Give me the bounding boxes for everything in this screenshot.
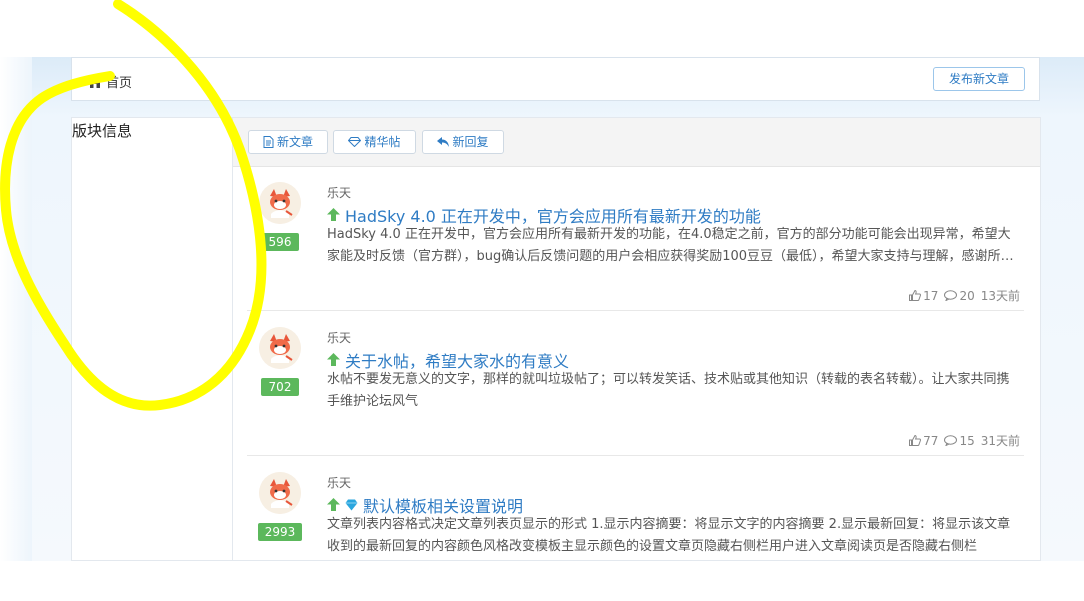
post-meta: 17 20 13天前 [909,287,1020,304]
avatar[interactable] [259,472,301,514]
up-arrow-icon [327,496,340,515]
publish-article-button[interactable]: 发布新文章 [933,67,1025,91]
post-summary: 文章列表内容格式决定文章列表页显示的形式 1.显示内容摘要：将显示文字的内容摘要… [327,517,1011,554]
tab-featured[interactable]: 精华帖 [333,130,416,154]
post-item: 2993 乐天 默认模板相关设置说明 文章列表内容格式决定文章列表页显示的形式 … [247,456,1024,601]
post-count-badge: 596 [261,233,299,251]
home-icon [88,75,102,88]
tab-bar: 新文章 精华帖 新回复 [233,118,1040,167]
tab-new-replies[interactable]: 新回复 [422,130,504,154]
comment-count[interactable]: 15 [944,434,975,448]
sidebar: 版块信息 [71,117,233,561]
up-arrow-icon [327,206,340,225]
article-list: 新文章 精华帖 新回复 596 乐天 HadSky 4.0 正在开发中，官方会应… [233,117,1041,561]
diamond-icon [348,137,362,147]
comment-count[interactable]: 20 [944,289,975,303]
post-time: 31天前 [980,434,1020,448]
diamond-icon [345,496,358,515]
post-author[interactable]: 乐天 [327,184,351,201]
breadcrumb[interactable]: 首页 [88,72,132,91]
tab-new-articles[interactable]: 新文章 [248,130,328,154]
document-icon [263,136,274,148]
post-time: 13天前 [980,289,1020,303]
post-count-badge: 2993 [258,523,302,541]
tab-label: 新文章 [276,135,313,149]
post-summary: HadSky 4.0 正在开发中，官方会应用所有最新开发的功能，在4.0稳定之前… [327,227,1014,264]
post-meta: 77 15 31天前 [909,432,1020,449]
thumbs-up-icon [909,435,922,446]
up-arrow-icon [327,351,340,370]
breadcrumb-bar: 首页 发布新文章 [71,57,1040,101]
tab-label: 精华帖 [364,135,401,149]
post-item: 702 乐天 关于水帖，希望大家水的有意义 水帖不要发无意义的文字，那样的就叫垃… [247,311,1024,456]
like-count[interactable]: 77 [909,434,938,448]
post-item: 596 乐天 HadSky 4.0 正在开发中，官方会应用所有最新开发的功能 H… [247,166,1024,311]
post-author[interactable]: 乐天 [327,329,351,346]
avatar[interactable] [259,182,301,224]
reply-icon [437,137,450,147]
comment-icon [944,435,958,446]
tab-label: 新回复 [452,135,489,149]
avatar[interactable] [259,327,301,369]
post-summary: 水帖不要发无意义的文字，那样的就叫垃圾帖了；可以转发笑话、技术贴或其他知识（转载… [327,372,1010,409]
post-count-badge: 702 [261,378,299,396]
thumbs-up-icon [909,290,922,301]
breadcrumb-home-label[interactable]: 首页 [106,72,132,91]
post-author[interactable]: 乐天 [327,474,351,491]
comment-icon [944,290,958,301]
like-count[interactable]: 17 [909,289,938,303]
sidebar-title: 版块信息 [72,122,133,140]
